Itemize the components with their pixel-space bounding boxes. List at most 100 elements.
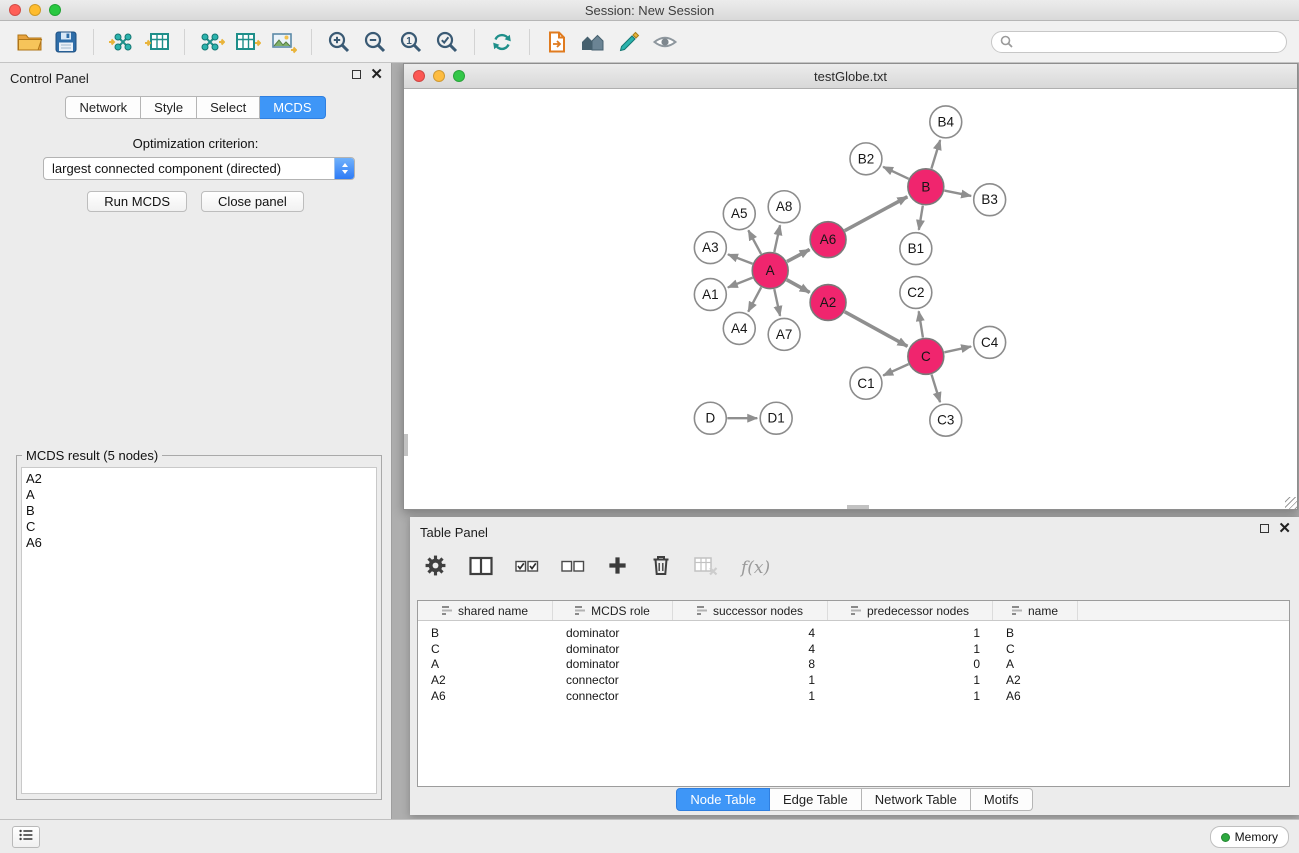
apply-style-button[interactable] <box>611 24 647 60</box>
graph-edge-A-A3[interactable] <box>728 254 753 263</box>
open-session-button[interactable] <box>12 24 48 60</box>
graph-node-A7[interactable]: A7 <box>768 318 800 350</box>
graph-node-B2[interactable]: B2 <box>850 143 882 175</box>
graph-node-B3[interactable]: B3 <box>974 184 1006 216</box>
graph-edge-A-A2[interactable] <box>787 280 810 293</box>
graph-node-A3[interactable]: A3 <box>694 232 726 264</box>
show-columns-button[interactable] <box>469 556 493 581</box>
network-zoom-button[interactable] <box>453 70 465 82</box>
show-hide-graphics-button[interactable] <box>647 24 683 60</box>
close-table-panel-icon[interactable]: ✕ <box>1278 523 1291 534</box>
memory-button[interactable]: Memory <box>1210 826 1289 848</box>
export-table-button[interactable] <box>230 24 266 60</box>
select-all-columns-button[interactable] <box>515 558 539 579</box>
result-list-item[interactable]: A6 <box>26 535 376 551</box>
graph-edge-C-C3[interactable] <box>932 374 941 402</box>
graph-node-A4[interactable]: A4 <box>723 312 755 344</box>
graph-node-C4[interactable]: C4 <box>974 326 1006 358</box>
result-list-item[interactable]: C <box>26 519 376 535</box>
search-input[interactable] <box>1019 34 1278 50</box>
deselect-all-columns-button[interactable] <box>561 558 585 579</box>
graph-node-B[interactable]: B <box>908 169 944 205</box>
close-panel-icon[interactable]: ✕ <box>370 69 383 80</box>
toolbar-search[interactable] <box>991 31 1287 53</box>
graph-edge-A6-B[interactable] <box>845 197 908 231</box>
export-image-button[interactable] <box>266 24 302 60</box>
zoom-out-button[interactable] <box>357 24 393 60</box>
result-list-item[interactable]: A <box>26 487 376 503</box>
network-close-button[interactable] <box>413 70 425 82</box>
tab-network[interactable]: Network <box>65 96 141 119</box>
task-history-button[interactable] <box>12 826 40 848</box>
hide-panels-button[interactable] <box>575 24 611 60</box>
create-column-button[interactable] <box>607 555 628 581</box>
float-table-panel-icon[interactable] <box>1260 524 1269 533</box>
horizontal-scrollbar-nub[interactable] <box>847 505 869 509</box>
graph-node-A2[interactable]: A2 <box>810 285 846 321</box>
tab-select[interactable]: Select <box>197 96 260 119</box>
graph-node-D1[interactable]: D1 <box>760 402 792 434</box>
tab-edge-table[interactable]: Edge Table <box>770 788 862 811</box>
table-settings-button[interactable] <box>424 554 447 582</box>
graph-edge-A2-C[interactable] <box>845 312 908 347</box>
zoom-in-button[interactable] <box>321 24 357 60</box>
mcds-result-list[interactable]: A2ABCA6 <box>21 467 377 794</box>
graph-edge-B-B1[interactable] <box>919 206 923 230</box>
tab-style[interactable]: Style <box>141 96 197 119</box>
graph-edge-C-C2[interactable] <box>919 311 923 337</box>
network-window-titlebar[interactable]: testGlobe.txt <box>404 64 1297 89</box>
save-session-button[interactable] <box>48 24 84 60</box>
float-panel-icon[interactable] <box>352 70 361 79</box>
zoom-selected-region-button[interactable] <box>429 24 465 60</box>
table-row[interactable]: Bdominator41B <box>418 625 1289 641</box>
table-row[interactable]: Cdominator41C <box>418 641 1289 657</box>
column-header-shared-name[interactable]: shared name <box>418 601 553 620</box>
refresh-view-button[interactable] <box>484 24 520 60</box>
run-mcds-button[interactable]: Run MCDS <box>87 191 187 212</box>
graph-edge-A-A4[interactable] <box>748 287 761 311</box>
column-header-MCDS-role[interactable]: MCDS role <box>553 601 673 620</box>
delete-column-button[interactable] <box>650 554 672 582</box>
tab-node-table[interactable]: Node Table <box>676 788 770 811</box>
graph-edge-A-A1[interactable] <box>728 278 753 288</box>
graph-node-A6[interactable]: A6 <box>810 222 846 258</box>
export-network-button[interactable] <box>194 24 230 60</box>
vertical-scrollbar-nub[interactable] <box>404 434 408 456</box>
graph-node-D[interactable]: D <box>694 402 726 434</box>
minimize-window-button[interactable] <box>29 4 41 16</box>
network-graph[interactable]: B4B2BB3A8A5A6B1A3AC2A1A2A4A7C4CC1C3DD1 <box>404 89 1297 509</box>
graph-node-C[interactable]: C <box>908 338 944 374</box>
graph-node-C1[interactable]: C1 <box>850 367 882 399</box>
network-canvas[interactable]: B4B2BB3A8A5A6B1A3AC2A1A2A4A7C4CC1C3DD1 <box>404 89 1297 509</box>
tab-network-table[interactable]: Network Table <box>862 788 971 811</box>
graph-edge-A-A7[interactable] <box>774 289 780 316</box>
tab-motifs[interactable]: Motifs <box>971 788 1033 811</box>
graph-edge-A-A6[interactable] <box>787 250 810 262</box>
resize-grip-icon[interactable] <box>1285 497 1297 509</box>
column-header-predecessor-nodes[interactable]: predecessor nodes <box>828 601 993 620</box>
tab-mcds[interactable]: MCDS <box>260 96 325 119</box>
graph-node-C3[interactable]: C3 <box>930 404 962 436</box>
graph-edge-C-C1[interactable] <box>883 364 908 375</box>
close-panel-button[interactable]: Close panel <box>201 191 304 212</box>
table-row[interactable]: A6connector11A6 <box>418 688 1289 704</box>
first-neighbors-button[interactable] <box>539 24 575 60</box>
import-table-button[interactable] <box>139 24 175 60</box>
graph-node-C2[interactable]: C2 <box>900 277 932 309</box>
graph-node-B1[interactable]: B1 <box>900 233 932 265</box>
graph-node-B4[interactable]: B4 <box>930 106 962 138</box>
zoom-window-button[interactable] <box>49 4 61 16</box>
graph-node-A5[interactable]: A5 <box>723 198 755 230</box>
graph-edge-B-B2[interactable] <box>883 167 909 179</box>
close-window-button[interactable] <box>9 4 21 16</box>
criterion-dropdown[interactable]: largest connected component (directed) <box>43 157 355 180</box>
network-minimize-button[interactable] <box>433 70 445 82</box>
result-list-item[interactable]: B <box>26 503 376 519</box>
graph-edge-A-A8[interactable] <box>774 225 780 252</box>
graph-edge-A-A5[interactable] <box>748 230 761 254</box>
graph-edge-C-C4[interactable] <box>944 346 971 352</box>
graph-edge-B-B3[interactable] <box>944 191 971 196</box>
graph-edge-B-B4[interactable] <box>931 140 940 169</box>
import-network-button[interactable] <box>103 24 139 60</box>
graph-node-A8[interactable]: A8 <box>768 191 800 223</box>
